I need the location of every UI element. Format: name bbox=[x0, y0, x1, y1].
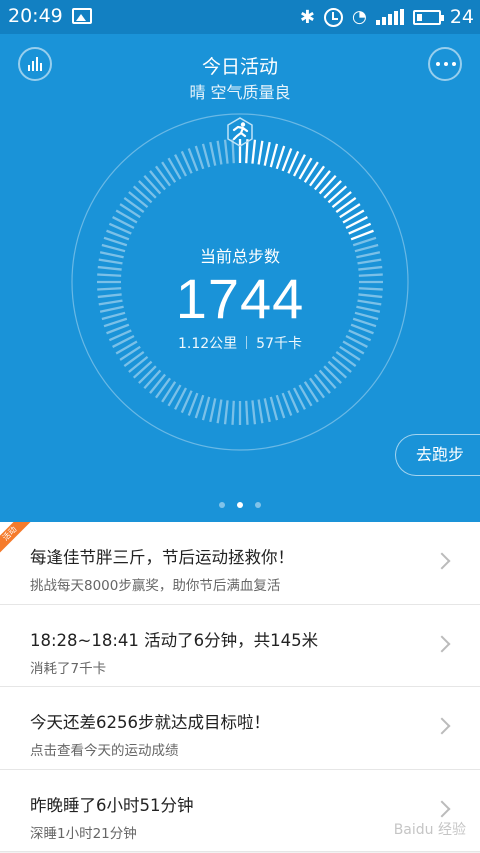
dial-tick bbox=[132, 185, 153, 204]
weather-subtitle: 晴 空气质量良 bbox=[189, 83, 291, 102]
signal-icon bbox=[375, 9, 404, 25]
runner-icon bbox=[227, 117, 253, 147]
dial-tick bbox=[318, 369, 337, 390]
dial-tick bbox=[143, 174, 162, 195]
dial-tick bbox=[257, 399, 264, 424]
steps-label: 当前总步数 bbox=[199, 247, 280, 266]
dial-tick bbox=[216, 140, 223, 165]
dial-tick bbox=[132, 360, 153, 379]
list-item-title: 昨晚睡了6小时51分钟 bbox=[30, 795, 194, 815]
dial-tick bbox=[201, 143, 211, 168]
dial-tick-done bbox=[331, 191, 352, 209]
page-title: 今日活动 bbox=[201, 56, 278, 78]
dial-tick bbox=[323, 365, 342, 384]
list-item-activity[interactable]: 18:28~18:41 活动了6分钟，共145米 消耗了7千卡 bbox=[0, 604, 480, 687]
dial-tick bbox=[327, 360, 348, 379]
battery-icon bbox=[412, 9, 444, 25]
status-time: 20:49 bbox=[8, 5, 63, 27]
activity-panel: 20:49 ✱ ◔ 24 今日活动 晴 空气质量良 当前总步数 1744 1.1… bbox=[0, 0, 480, 522]
activity-stats: 1.12公里 57千卡 bbox=[0, 333, 480, 353]
dial-tick bbox=[251, 400, 257, 425]
calories-value: 57千卡 bbox=[256, 336, 302, 352]
dial-tick bbox=[209, 398, 217, 423]
dial-tick bbox=[275, 394, 286, 419]
go-run-button[interactable]: 去跑步 bbox=[395, 434, 480, 476]
dial-tick bbox=[209, 141, 217, 166]
dial-tick bbox=[331, 355, 352, 373]
list-item-subtitle: 消耗了7千卡 bbox=[30, 660, 107, 677]
list-item-promo[interactable]: 活动 每逢佳节胖三斤，节后运动拯救你！ 挑战每天8000步赢奖，助你节后满血复活 bbox=[0, 522, 480, 605]
page-dot[interactable] bbox=[255, 502, 261, 508]
steps-count: 1744 bbox=[175, 267, 305, 330]
list-item-subtitle: 点击查看今天的运动成绩 bbox=[30, 743, 179, 759]
page-dot[interactable] bbox=[237, 502, 243, 508]
list-item-title: 18:28~18:41 活动了6分钟，共145米 bbox=[30, 630, 319, 650]
dial-tick-done bbox=[318, 174, 337, 195]
dial-tick-done bbox=[263, 141, 271, 166]
dial-tick bbox=[245, 400, 249, 425]
alarm-icon bbox=[323, 7, 343, 27]
dial-tick-done bbox=[313, 170, 331, 191]
dial-tick bbox=[313, 373, 331, 394]
dial-tick bbox=[149, 373, 167, 394]
list-item-title: 今天还差6256步就达成目标啦！ bbox=[30, 713, 270, 732]
distance-value: 1.12公里 bbox=[178, 336, 238, 352]
dial-tick bbox=[138, 180, 157, 199]
dial-tick-done bbox=[257, 140, 264, 165]
wifi-icon: ◔ bbox=[351, 7, 367, 27]
list-item-title: 每逢佳节胖三斤，节后运动拯救你！ bbox=[30, 548, 294, 567]
list-item-sleep[interactable]: 昨晚睡了6小时51分钟 深睡1小时21分钟 bbox=[0, 769, 480, 852]
dial-tick bbox=[138, 365, 157, 384]
dial-tick bbox=[201, 396, 211, 421]
status-bar: 20:49 ✱ ◔ 24 bbox=[0, 0, 480, 34]
dial-tick bbox=[128, 355, 149, 373]
page-indicator[interactable] bbox=[0, 502, 480, 508]
dial-tick bbox=[269, 396, 279, 421]
dial-tick bbox=[149, 170, 167, 191]
list-item-goal[interactable]: 今天还差6256步就达成目标啦！ 点击查看今天的运动成绩 bbox=[0, 687, 480, 770]
dial-tick bbox=[143, 369, 162, 390]
dial-tick-done bbox=[327, 185, 348, 204]
list-item-subtitle: 挑战每天8000步赢奖，助你节后满血复活 bbox=[30, 578, 281, 594]
dial-tick bbox=[231, 400, 235, 425]
bluetooth-icon: ✱ bbox=[299, 6, 315, 28]
dial-tick bbox=[223, 400, 229, 425]
dial-tick-done bbox=[269, 143, 279, 168]
dial-tick bbox=[194, 394, 205, 419]
battery-level: 24 bbox=[449, 6, 474, 28]
dial-tick bbox=[194, 145, 205, 170]
dial-tick-done bbox=[275, 145, 286, 170]
watermark: Baidu 经验 bbox=[393, 822, 466, 838]
dial-tick-done bbox=[323, 180, 342, 199]
dial-tick bbox=[216, 399, 223, 424]
dial-tick bbox=[128, 191, 149, 209]
promo-badge: 活动 bbox=[0, 522, 32, 554]
image-icon bbox=[72, 8, 92, 24]
page-dot[interactable] bbox=[219, 502, 225, 508]
dial-tick bbox=[263, 398, 271, 423]
activity-feed: 活动 每逢佳节胖三斤，节后运动拯救你！ 挑战每天8000步赢奖，助你节后满血复活… bbox=[0, 522, 480, 852]
list-item-subtitle: 深睡1小时21分钟 bbox=[30, 825, 137, 842]
